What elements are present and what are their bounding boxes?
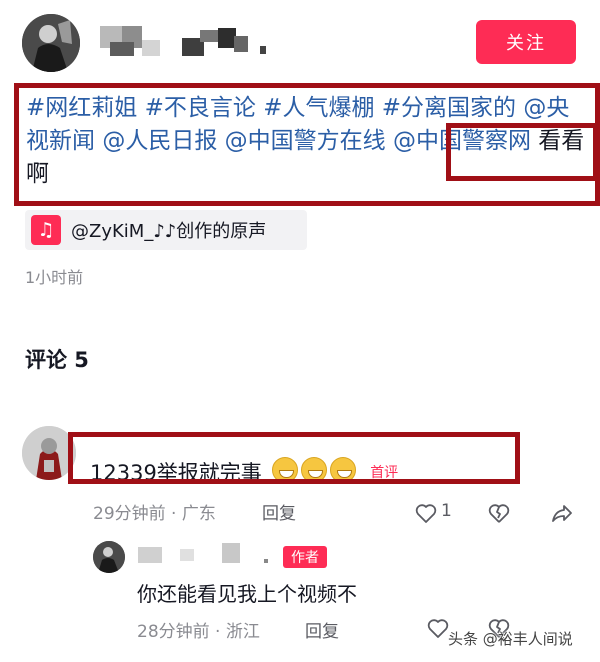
reply-button[interactable]: 回复 [305, 617, 339, 642]
music-label: @ZyKiM_♪♪创作的原声 [71, 221, 267, 242]
reply-author-avatar[interactable] [93, 541, 125, 573]
commenter-avatar[interactable] [22, 426, 76, 480]
reply-text: 你还能看见我上个视频不 [137, 582, 357, 606]
mention[interactable]: @中国警方在线 [225, 128, 386, 154]
post-time: 1小时前 [25, 268, 84, 287]
hashtag[interactable]: #分离国家的 [382, 95, 516, 121]
author-avatar[interactable] [22, 14, 80, 72]
hashtag[interactable]: #网红莉姐 [26, 95, 137, 121]
hashtag[interactable]: #人气爆棚 [263, 95, 374, 121]
mention[interactable]: @人民日报 [102, 128, 217, 154]
music-chip[interactable]: ♫ @ZyKiM_♪♪创作的原声 [25, 210, 307, 250]
watermark: 头条 @裕丰人间说 [448, 630, 573, 648]
reply-meta: 28分钟前 · 浙江 [137, 622, 260, 642]
share-icon[interactable] [550, 501, 574, 525]
comment-body: 12339举报就完事 [90, 461, 262, 485]
heart-icon[interactable] [426, 616, 450, 640]
first-comment-badge: 首评 [370, 465, 399, 481]
comment-text: 12339举报就完事 首评 [90, 457, 398, 487]
broken-heart-icon[interactable] [487, 501, 511, 525]
reply-author-name-blurred[interactable] [138, 543, 278, 565]
author-badge: 作者 [283, 546, 327, 568]
follow-button[interactable]: 关注 [476, 20, 576, 64]
grin-emoji-icon [271, 457, 298, 483]
post-caption: #网红莉姐 #不良言论 #人气爆棚 #分离国家的 @央视新闻 @人民日报 @中国… [26, 92, 591, 191]
author-name-blurred[interactable] [100, 22, 320, 62]
heart-icon[interactable] [414, 501, 438, 525]
mention[interactable]: @中国警察网 [393, 128, 531, 154]
hashtag[interactable]: #不良言论 [145, 95, 256, 121]
reply-button[interactable]: 回复 [262, 499, 296, 524]
comment-meta: 29分钟前 · 广东 [93, 504, 216, 524]
comments-title: 评论 5 [25, 348, 89, 372]
grin-emoji-icon [329, 457, 356, 483]
music-note-icon: ♫ [31, 215, 61, 245]
grin-emoji-icon [300, 457, 327, 483]
like-count: 1 [441, 501, 452, 521]
